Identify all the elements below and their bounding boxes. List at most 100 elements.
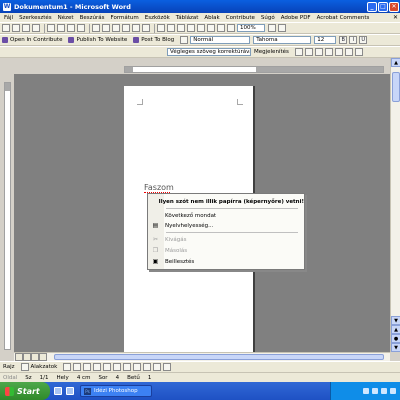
style-select[interactable]: Normál [190, 36, 251, 44]
vertical-scrollbar[interactable]: ▲ ▼ ▲ ● ▼ [390, 58, 400, 352]
menu-table[interactable]: Táblázat [176, 15, 199, 21]
italic-icon[interactable]: I [349, 36, 358, 44]
menu-format[interactable]: Formátum [111, 15, 139, 21]
tray-icon[interactable] [363, 388, 369, 394]
menu-adobe-pdf[interactable]: Adobe PDF [281, 15, 311, 21]
fill-color-icon[interactable] [153, 363, 162, 371]
new-document-icon[interactable] [2, 24, 10, 32]
quick-launch-icon[interactable] [54, 387, 62, 395]
accept-change-icon[interactable] [314, 48, 323, 56]
picture-icon[interactable] [143, 363, 152, 371]
start-button[interactable]: Start [0, 382, 50, 400]
line-color-icon[interactable] [163, 363, 172, 371]
reviewing-pane-icon[interactable] [354, 48, 363, 56]
reject-change-icon[interactable] [324, 48, 333, 56]
draw-menu[interactable]: Rajz [3, 364, 15, 370]
previous-change-icon[interactable] [294, 48, 303, 56]
post-to-blog-button[interactable]: Post To Blog [133, 37, 174, 43]
undo-icon[interactable] [132, 24, 140, 32]
zoom-select[interactable]: 100% [237, 24, 265, 32]
cut-icon[interactable] [92, 24, 100, 32]
help-icon[interactable] [268, 24, 276, 32]
format-painter-icon[interactable] [122, 24, 130, 32]
redo-icon[interactable] [142, 24, 150, 32]
font-size-select[interactable]: 12 [314, 36, 337, 44]
line-icon[interactable] [63, 363, 72, 371]
oval-icon[interactable] [93, 363, 102, 371]
select-browse-object-icon[interactable]: ● [391, 334, 400, 343]
tray-icon[interactable] [372, 388, 378, 394]
insert-excel-icon[interactable] [187, 24, 195, 32]
tray-icon[interactable] [390, 388, 396, 394]
tables-borders-icon[interactable] [167, 24, 175, 32]
insert-table-icon[interactable] [177, 24, 185, 32]
menu-contribute[interactable]: Contribute [226, 15, 255, 21]
rectangle-icon[interactable] [83, 363, 92, 371]
close-document-icon[interactable]: ✕ [393, 14, 398, 21]
menu-insert[interactable]: Beszúrás [80, 15, 105, 21]
track-changes-icon[interactable] [344, 48, 353, 56]
permission-icon[interactable] [32, 24, 40, 32]
print-preview-icon[interactable] [57, 24, 65, 32]
word-app-icon[interactable]: W [3, 2, 11, 11]
save-icon[interactable] [22, 24, 30, 32]
horizontal-scrollbar[interactable] [14, 352, 390, 361]
taskbar-photoshop-button[interactable]: Ps Idézi Photoshop [80, 385, 152, 397]
font-select[interactable]: Tahoma [253, 36, 312, 44]
menu-edit[interactable]: Szerkesztés [19, 15, 52, 21]
spelling-icon[interactable] [67, 24, 75, 32]
read-mode-icon[interactable] [278, 24, 286, 32]
menu-file[interactable]: Fájl [4, 15, 13, 21]
vertical-scroll-thumb[interactable] [392, 72, 400, 102]
publish-to-website-button[interactable]: Publish To Website [68, 37, 127, 43]
open-in-contribute-button[interactable]: Open In Contribute [2, 37, 62, 43]
tray-icon[interactable] [381, 388, 387, 394]
grammar-item[interactable]: ▤ Nyelvhelyesség... [148, 221, 304, 230]
document-map-icon[interactable] [217, 24, 225, 32]
maximize-button[interactable]: □ [378, 1, 388, 12]
cut-item[interactable]: ✂ Kivágás [148, 235, 304, 244]
menu-acrobat-comments[interactable]: Acrobat Comments [317, 15, 370, 21]
clip-art-icon[interactable] [133, 363, 142, 371]
spelling-suggestion[interactable]: Ilyen szót nem illik papírra (képernyőre… [148, 197, 304, 206]
diagram-icon[interactable] [123, 363, 132, 371]
outline-view-icon[interactable] [39, 353, 47, 361]
underline-icon[interactable]: U [359, 36, 368, 44]
menu-help[interactable]: Súgó [261, 15, 275, 21]
menu-tools[interactable]: Eszközök [145, 15, 170, 21]
hyperlink-icon[interactable] [157, 24, 165, 32]
research-icon[interactable] [77, 24, 85, 32]
web-layout-icon[interactable] [23, 353, 31, 361]
horizontal-scroll-thumb[interactable] [54, 354, 384, 360]
normal-view-icon[interactable] [15, 353, 23, 361]
scroll-down-icon[interactable]: ▼ [391, 316, 400, 325]
show-menu[interactable]: Megjelenítés [254, 49, 289, 55]
vertical-ruler[interactable] [4, 82, 11, 350]
menu-window[interactable]: Ablak [204, 15, 219, 21]
markup-mode-select[interactable]: Végleges szöveg korrektúrával [167, 48, 251, 56]
copy-item[interactable]: ❐ Másolás [148, 246, 304, 255]
paste-item[interactable]: ▣ Beillesztés [148, 257, 304, 266]
document-text[interactable]: Faszom [144, 183, 174, 192]
copy-icon[interactable] [102, 24, 110, 32]
next-change-icon[interactable] [304, 48, 313, 56]
next-sentence-item[interactable]: Következő mondat [148, 211, 304, 220]
styles-icon[interactable] [180, 36, 189, 44]
show-hide-icon[interactable] [227, 24, 235, 32]
quick-launch-icon[interactable] [66, 387, 74, 395]
close-button[interactable]: ✕ [389, 1, 399, 12]
bold-icon[interactable]: B [339, 36, 348, 44]
next-page-icon[interactable]: ▼ [391, 343, 400, 352]
minimize-button[interactable]: _ [367, 1, 377, 12]
text-box-icon[interactable] [103, 363, 112, 371]
previous-page-icon[interactable]: ▲ [391, 325, 400, 334]
print-icon[interactable] [47, 24, 55, 32]
scroll-up-icon[interactable]: ▲ [391, 58, 400, 67]
columns-icon[interactable] [197, 24, 205, 32]
select-objects-icon[interactable] [20, 363, 29, 371]
open-icon[interactable] [12, 24, 20, 32]
autoshapes-menu[interactable]: Alakzatok [31, 364, 58, 370]
print-layout-icon[interactable] [31, 353, 39, 361]
menu-view[interactable]: Nézet [58, 15, 74, 21]
new-comment-icon[interactable] [334, 48, 343, 56]
